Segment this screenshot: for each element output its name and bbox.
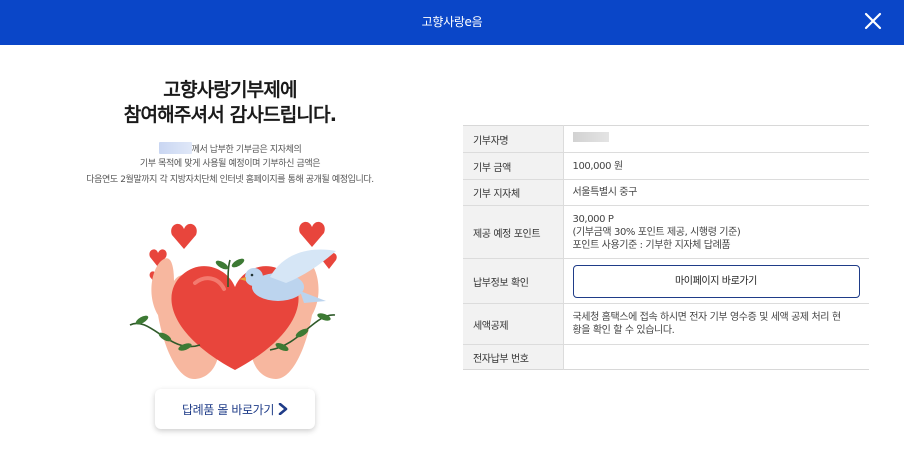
row-value-points: 30,000 P (기부금액 30% 포인트 제공, 시행령 기준) 포인트 사… bbox=[563, 205, 869, 259]
row-label-municipality: 기부 지자체 bbox=[463, 179, 564, 206]
description-line3: 다음연도 2월말까지 각 지방자치단체 인터넷 홈페이지를 통해 공개될 예정입… bbox=[86, 175, 374, 185]
row-value-municipality: 서울특별시 중구 bbox=[563, 179, 869, 206]
tax-note-line2: 황을 확인 할 수 있습니다. bbox=[572, 325, 675, 336]
points-rate-note: (기부금액 30% 포인트 제공, 시행령 기준) bbox=[572, 226, 741, 238]
table-row: 전자납부 번호 bbox=[463, 344, 869, 370]
row-label-payment-check: 납부정보 확인 bbox=[463, 258, 564, 304]
thanks-panel: 고향사랑기부제에 참여해주셔서 감사드립니다. 께서 납부한 기부금은 지자체의… bbox=[0, 45, 460, 449]
row-value-payment-number bbox=[563, 345, 869, 370]
close-icon[interactable] bbox=[861, 9, 885, 33]
thanks-heading-line2: 참여해주셔서 감사드립니다. bbox=[123, 104, 337, 126]
table-row: 기부 금액 100,000 원 bbox=[463, 152, 869, 180]
row-label-payment-number: 전자납부 번호 bbox=[463, 344, 564, 370]
row-value-donor-name bbox=[563, 125, 869, 153]
tax-note-line1: 국세청 홈택스에 접속 하시면 전자 기부 영수증 및 세액 공제 처리 현 bbox=[572, 312, 842, 323]
donor-name-masked bbox=[572, 132, 609, 142]
heart-hands-dove-illustration bbox=[129, 221, 337, 379]
chevron-right-icon bbox=[278, 403, 288, 415]
row-value-tax-deduction: 국세청 홈택스에 접속 하시면 전자 기부 영수증 및 세액 공제 처리 현 황… bbox=[563, 303, 869, 345]
thanks-heading-line1: 고향사랑기부제에 bbox=[163, 79, 297, 101]
gift-mall-button-label: 답례품 몰 바로가기 bbox=[182, 402, 274, 417]
mypage-button[interactable]: 마이페이지 바로가기 bbox=[572, 264, 860, 298]
gift-mall-button[interactable]: 답례품 몰 바로가기 bbox=[155, 389, 315, 429]
small-heart-icon bbox=[171, 223, 197, 249]
row-value-amount: 100,000 원 bbox=[563, 152, 869, 180]
description-line1-text: 께서 납부한 기부금은 지자체의 bbox=[191, 145, 302, 155]
table-row: 납부정보 확인 마이페이지 바로가기 bbox=[463, 258, 869, 304]
donation-info-table: 기부자명 기부 금액 100,000 원 기부 지자체 서울특별시 중구 제공 … bbox=[463, 125, 869, 370]
points-amount: 30,000 P bbox=[572, 213, 614, 225]
row-label-donor-name: 기부자명 bbox=[463, 125, 564, 153]
points-usage-note: 포인트 사용기준 : 기부한 지자체 답례품 bbox=[572, 239, 731, 251]
table-row: 제공 예정 포인트 30,000 P (기부금액 30% 포인트 제공, 시행령… bbox=[463, 205, 869, 259]
donor-name-masked bbox=[158, 142, 192, 154]
table-row: 세액공제 국세청 홈택스에 접속 하시면 전자 기부 영수증 및 세액 공제 처… bbox=[463, 303, 869, 345]
small-heart-icon bbox=[299, 221, 325, 247]
row-label-points: 제공 예정 포인트 bbox=[463, 205, 564, 259]
table-row: 기부자명 bbox=[463, 125, 869, 153]
table-row: 기부 지자체 서울특별시 중구 bbox=[463, 179, 869, 206]
description-line2: 기부 목적에 맞게 사용될 예정이며 기부하신 금액은 bbox=[139, 159, 321, 169]
row-label-amount: 기부 금액 bbox=[463, 152, 564, 180]
row-value-payment-check: 마이페이지 바로가기 bbox=[563, 258, 869, 304]
modal-header: 고향사랑e음 bbox=[0, 0, 904, 45]
modal-title: 고향사랑e음 bbox=[421, 15, 483, 29]
row-label-tax-deduction: 세액공제 bbox=[463, 303, 564, 345]
